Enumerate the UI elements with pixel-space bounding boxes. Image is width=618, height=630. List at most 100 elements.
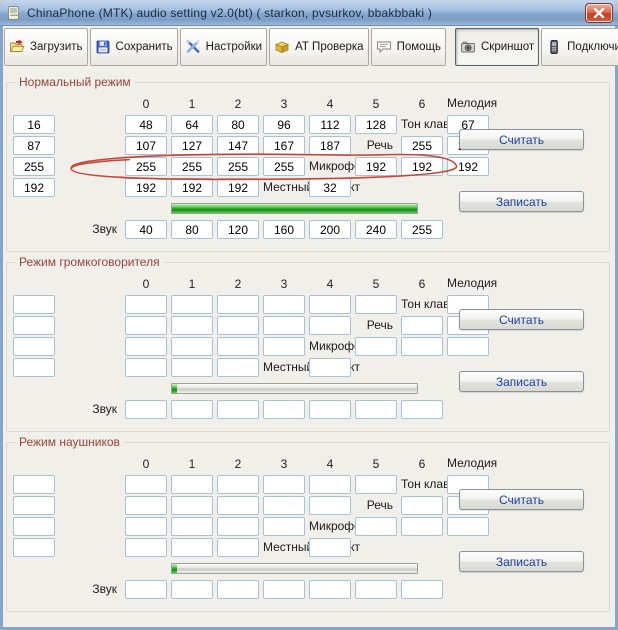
value-field[interactable] xyxy=(355,400,397,419)
toolbar-button-load[interactable]: Загрузить xyxy=(4,28,88,66)
write-button[interactable]: Записать xyxy=(459,191,584,212)
value-field[interactable] xyxy=(13,178,55,197)
value-field[interactable] xyxy=(309,580,351,599)
value-field[interactable] xyxy=(309,496,351,515)
value-field[interactable] xyxy=(125,316,167,335)
value-field[interactable] xyxy=(309,475,351,494)
value-field[interactable] xyxy=(355,337,397,356)
value-field[interactable] xyxy=(171,400,213,419)
value-field[interactable] xyxy=(171,295,213,314)
value-field[interactable] xyxy=(125,538,167,557)
value-field[interactable] xyxy=(355,220,397,239)
value-field[interactable] xyxy=(217,136,259,155)
value-field[interactable] xyxy=(171,337,213,356)
value-field[interactable] xyxy=(13,538,55,557)
value-field[interactable] xyxy=(13,157,55,176)
write-button[interactable]: Записать xyxy=(459,551,584,572)
value-field[interactable] xyxy=(355,517,397,536)
value-field[interactable] xyxy=(217,115,259,134)
value-field[interactable] xyxy=(401,316,443,335)
value-field[interactable] xyxy=(217,475,259,494)
value-field[interactable] xyxy=(217,295,259,314)
value-field[interactable] xyxy=(125,400,167,419)
value-field[interactable] xyxy=(171,496,213,515)
value-field[interactable] xyxy=(309,295,351,314)
toolbar-button-settings[interactable]: Настройки xyxy=(180,28,267,66)
value-field[interactable] xyxy=(125,136,167,155)
value-field[interactable] xyxy=(125,358,167,377)
value-field[interactable] xyxy=(263,157,305,176)
value-field[interactable] xyxy=(217,538,259,557)
value-field[interactable] xyxy=(355,295,397,314)
value-field[interactable] xyxy=(217,358,259,377)
value-field[interactable] xyxy=(355,580,397,599)
value-field[interactable] xyxy=(171,538,213,557)
value-field[interactable] xyxy=(13,496,55,515)
value-field[interactable] xyxy=(309,115,351,134)
value-field[interactable] xyxy=(13,517,55,536)
value-field[interactable] xyxy=(217,316,259,335)
value-field[interactable] xyxy=(309,178,351,197)
value-field[interactable] xyxy=(217,496,259,515)
value-field[interactable] xyxy=(263,496,305,515)
toolbar-button-screenshot[interactable]: Скриншот xyxy=(455,28,539,66)
toolbar-button-help[interactable]: Помощь xyxy=(371,28,446,66)
value-field[interactable] xyxy=(171,220,213,239)
value-field[interactable] xyxy=(217,157,259,176)
close-button[interactable] xyxy=(586,4,612,22)
value-field[interactable] xyxy=(401,136,443,155)
value-field[interactable] xyxy=(401,220,443,239)
value-field[interactable] xyxy=(13,136,55,155)
write-button[interactable]: Записать xyxy=(459,371,584,392)
value-field[interactable] xyxy=(13,475,55,494)
value-field[interactable] xyxy=(263,475,305,494)
read-button[interactable]: Считать xyxy=(459,129,584,150)
value-field[interactable] xyxy=(401,337,443,356)
value-field[interactable] xyxy=(263,517,305,536)
value-field[interactable] xyxy=(125,337,167,356)
value-field[interactable] xyxy=(125,580,167,599)
value-field[interactable] xyxy=(125,220,167,239)
value-field[interactable] xyxy=(217,400,259,419)
value-field[interactable] xyxy=(171,316,213,335)
value-field[interactable] xyxy=(125,496,167,515)
value-field[interactable] xyxy=(401,496,443,515)
value-field[interactable] xyxy=(263,400,305,419)
value-field[interactable] xyxy=(125,295,167,314)
value-field[interactable] xyxy=(309,538,351,557)
value-field[interactable] xyxy=(355,157,397,176)
value-field[interactable] xyxy=(171,115,213,134)
value-field[interactable] xyxy=(309,136,351,155)
value-field[interactable] xyxy=(125,157,167,176)
value-field[interactable] xyxy=(125,115,167,134)
value-field[interactable] xyxy=(217,517,259,536)
value-field[interactable] xyxy=(401,157,443,176)
value-field[interactable] xyxy=(217,220,259,239)
value-field[interactable] xyxy=(309,220,351,239)
value-field[interactable] xyxy=(401,400,443,419)
value-field[interactable] xyxy=(13,316,55,335)
value-field[interactable] xyxy=(171,136,213,155)
read-button[interactable]: Считать xyxy=(459,489,584,510)
value-field[interactable] xyxy=(171,475,213,494)
value-field[interactable] xyxy=(13,295,55,314)
value-field[interactable] xyxy=(263,580,305,599)
read-button[interactable]: Считать xyxy=(459,309,584,330)
value-field[interactable] xyxy=(263,316,305,335)
toolbar-button-at-check[interactable]: АТ Проверка xyxy=(269,28,369,66)
value-field[interactable] xyxy=(401,580,443,599)
value-field[interactable] xyxy=(171,178,213,197)
value-field[interactable] xyxy=(217,178,259,197)
value-field[interactable] xyxy=(13,115,55,134)
value-field[interactable] xyxy=(263,220,305,239)
value-field[interactable] xyxy=(355,115,397,134)
value-field[interactable] xyxy=(263,337,305,356)
value-field[interactable] xyxy=(171,580,213,599)
value-field[interactable] xyxy=(263,115,305,134)
value-field[interactable] xyxy=(309,400,351,419)
value-field[interactable] xyxy=(125,178,167,197)
toolbar-button-connect[interactable]: Подключить xyxy=(541,28,618,66)
value-field[interactable] xyxy=(13,358,55,377)
value-field[interactable] xyxy=(263,295,305,314)
value-field[interactable] xyxy=(13,337,55,356)
